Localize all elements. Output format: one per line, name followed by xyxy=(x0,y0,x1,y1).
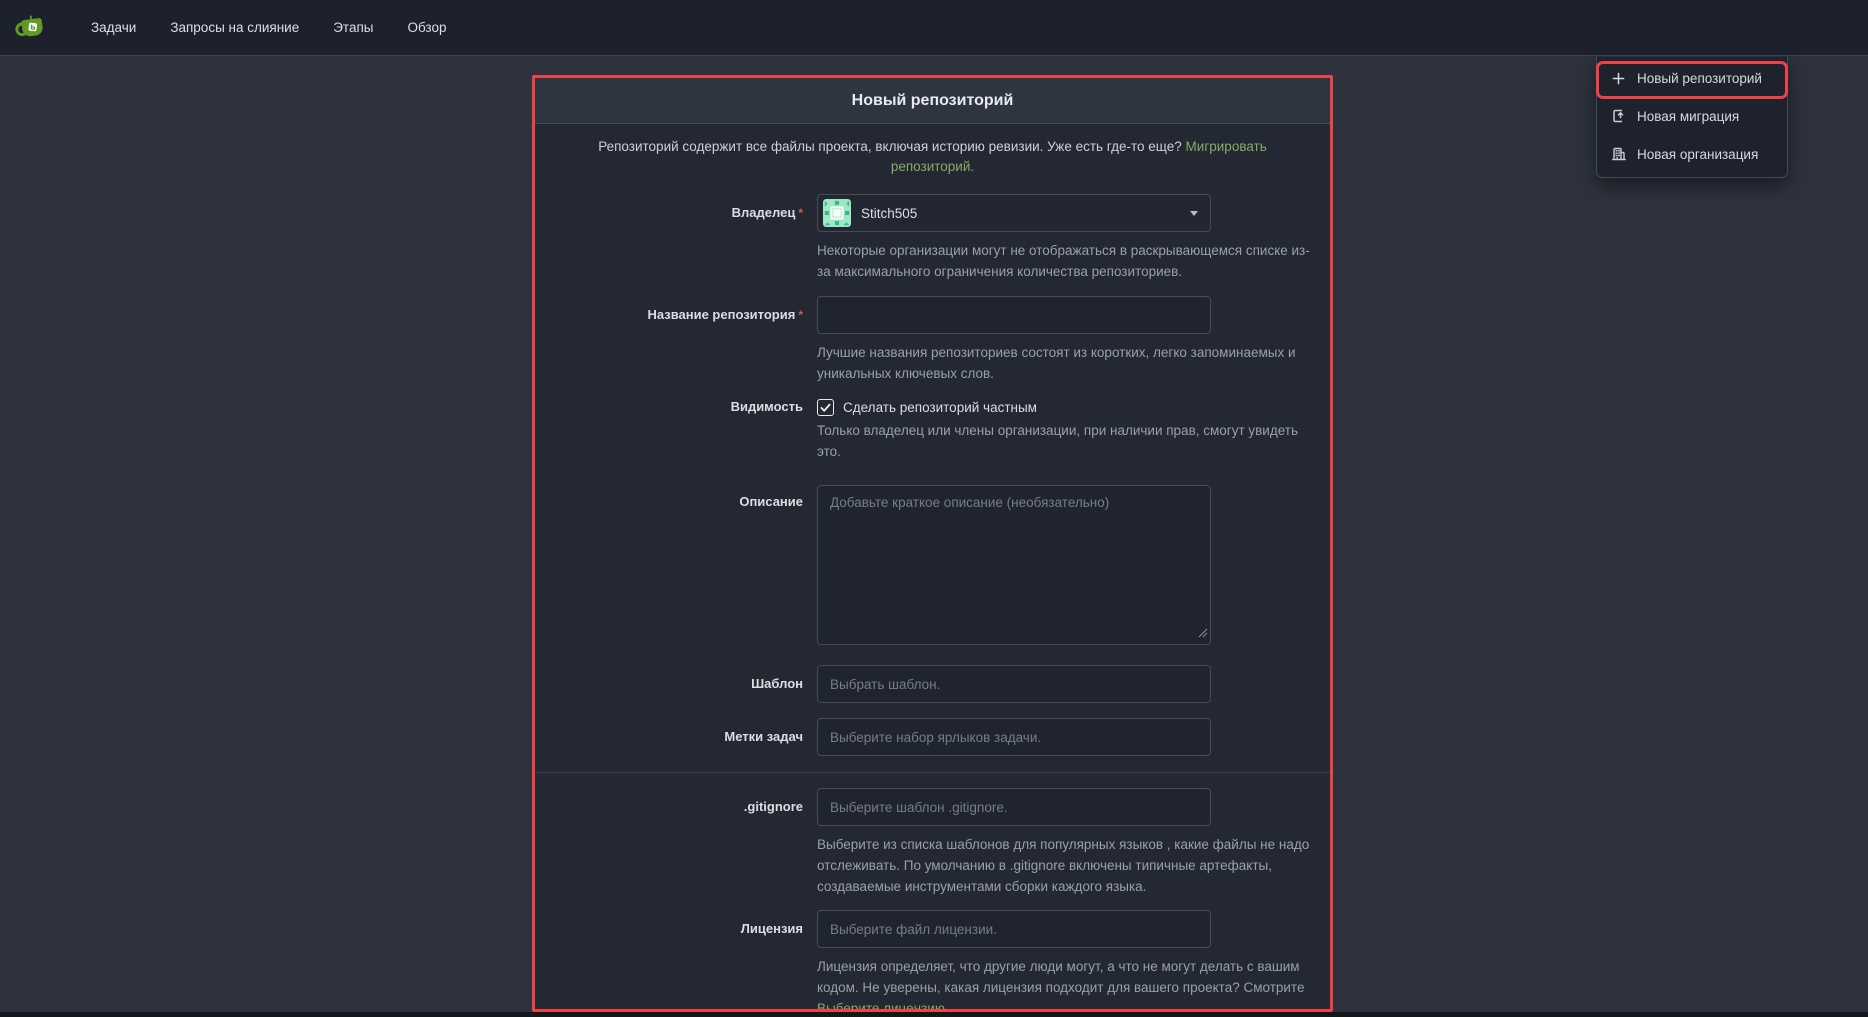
primary-nav: Задачи Запросы на слияние Этапы Обзор xyxy=(74,0,463,56)
visibility-row: Видимость Сделать репозиторий частным То… xyxy=(535,397,1330,462)
form-body: Репозиторий содержит все файлы проекта, … xyxy=(535,124,1330,1012)
menu-item-new-migration[interactable]: Новая миграция xyxy=(1597,97,1787,135)
template-input[interactable] xyxy=(817,665,1211,703)
visibility-label: Видимость xyxy=(731,397,803,417)
repo-name-label: Название репозитория xyxy=(647,296,803,334)
nav-milestones[interactable]: Этапы xyxy=(316,0,390,56)
license-label: Лицензия xyxy=(741,910,803,948)
private-checkbox-label[interactable]: Сделать репозиторий частным xyxy=(843,400,1037,415)
repo-name-help: Лучшие названия репозиториев состоят из … xyxy=(817,342,1317,384)
gitignore-label: .gitignore xyxy=(744,788,803,826)
license-help: Лицензия определяет, что другие люди мог… xyxy=(817,956,1317,1012)
gitignore-help: Выберите из списка шаблонов для популярн… xyxy=(817,834,1317,897)
license-input[interactable] xyxy=(817,910,1211,948)
intro-text: Репозиторий содержит все файлы проекта, … xyxy=(598,139,1182,154)
page-title: Новый репозиторий xyxy=(852,92,1014,110)
nav-explore[interactable]: Обзор xyxy=(390,0,463,56)
choose-license-link[interactable]: Выберите лицензию. xyxy=(817,1001,949,1012)
template-row: Шаблон xyxy=(535,665,1330,703)
description-label: Описание xyxy=(739,485,803,519)
form-intro: Репозиторий содержит все файлы проекта, … xyxy=(578,137,1288,177)
nav-issues[interactable]: Задачи xyxy=(74,0,153,56)
create-dropdown-menu: Новый репозиторий Новая миграция Новая о… xyxy=(1596,57,1788,178)
menu-item-new-organization[interactable]: Новая организация xyxy=(1597,135,1787,173)
menu-item-new-repository[interactable]: Новый репозиторий xyxy=(1597,59,1787,97)
issue-labels-input[interactable] xyxy=(817,718,1211,756)
menu-item-label: Новый репозиторий xyxy=(1637,71,1762,86)
nav-pull-requests[interactable]: Запросы на слияние xyxy=(153,0,316,56)
migrate-icon xyxy=(1611,108,1637,124)
owner-select[interactable]: Stitch505 xyxy=(817,194,1211,232)
new-repository-form: Новый репозиторий Репозиторий содержит в… xyxy=(532,75,1333,1012)
template-label: Шаблон xyxy=(751,665,803,703)
organization-icon xyxy=(1611,146,1637,162)
owner-help: Некоторые организации могут не отображат… xyxy=(817,240,1317,282)
chevron-down-icon xyxy=(1190,211,1198,216)
gitignore-row: .gitignore Выберите из списка шаблонов д… xyxy=(535,788,1330,897)
issue-labels-row: Метки задач xyxy=(535,718,1330,756)
owner-row: Владелец xyxy=(535,194,1330,282)
page-bottom-strip xyxy=(0,1012,1868,1017)
description-row: Описание xyxy=(535,485,1330,645)
menu-item-label: Новая миграция xyxy=(1637,109,1739,124)
repo-name-row: Название репозитория Лучшие названия реп… xyxy=(535,296,1330,384)
issue-labels-label: Метки задач xyxy=(724,718,803,756)
form-header: Новый репозиторий xyxy=(535,78,1330,124)
license-help-text: Лицензия определяет, что другие люди мог… xyxy=(817,959,1304,995)
owner-label: Владелец xyxy=(732,194,803,232)
license-row: Лицензия Лицензия определяет, что другие… xyxy=(535,910,1330,1012)
plus-icon xyxy=(1611,71,1637,86)
owner-value: Stitch505 xyxy=(861,206,917,221)
menu-item-label: Новая организация xyxy=(1637,147,1758,162)
repo-name-input[interactable] xyxy=(817,296,1211,334)
gitea-logo-icon[interactable] xyxy=(14,11,50,45)
description-textarea[interactable] xyxy=(817,485,1211,645)
top-navbar: Задачи Запросы на слияние Этапы Обзор + xyxy=(0,0,1868,56)
private-checkbox[interactable] xyxy=(817,399,834,416)
visibility-help: Только владелец или члены организации, п… xyxy=(817,420,1317,462)
owner-avatar xyxy=(823,199,851,227)
gitignore-input[interactable] xyxy=(817,788,1211,826)
section-divider xyxy=(535,772,1330,773)
